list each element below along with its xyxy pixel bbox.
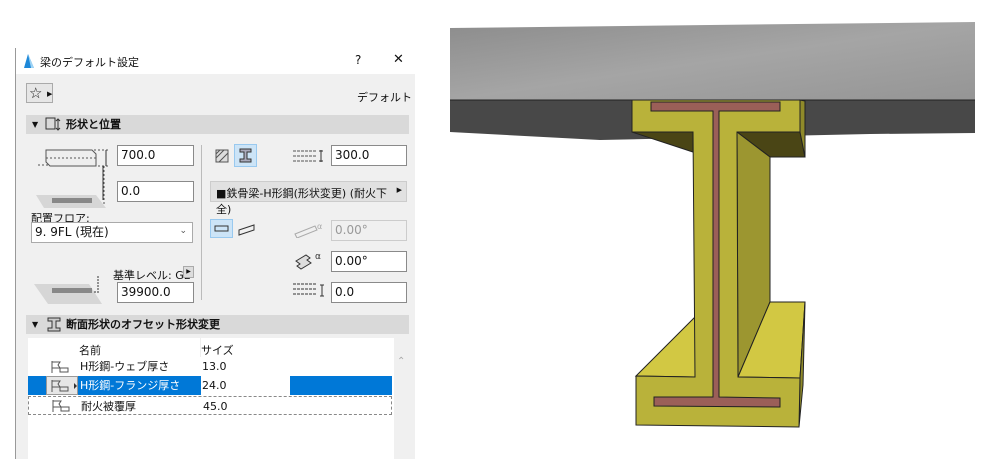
beam-3d-view — [450, 22, 975, 428]
h-beam-with-fireproofing — [631, 99, 806, 428]
